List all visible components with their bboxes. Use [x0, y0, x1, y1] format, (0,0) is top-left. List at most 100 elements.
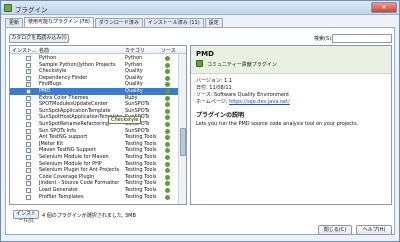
plugin-category: SunSPOTs [125, 101, 150, 108]
plugin-category: Testing Tools [125, 180, 157, 187]
plugin-name: Selenium Plugin for Ant Projects [39, 167, 120, 174]
source-icon [165, 115, 170, 121]
list-item[interactable]: Selenium Plugin for Ant Projects Testing … [10, 167, 178, 174]
scrollbar-thumb[interactable] [180, 128, 186, 156]
plugin-name: JMeter Kit [39, 140, 64, 147]
column-name[interactable]: 名前 [39, 47, 49, 54]
list-item[interactable]: ✓ Dependency Finder Quality [10, 75, 178, 82]
list-item[interactable]: ✓ Checkstyle Quality [10, 68, 178, 75]
source-icon [165, 75, 170, 81]
list-item[interactable]: SunSpotRenameRefactoring SunSPOTs [10, 121, 178, 128]
install-checkbox[interactable] [26, 102, 31, 108]
install-button[interactable]: インストール(I) [13, 210, 39, 224]
tab-updates[interactable]: 更新 [5, 18, 24, 27]
plugin-detail-pane: PMD コミュニティー貢献プラグイン バージョン: 1.1 日付: 11/08/… [190, 45, 392, 205]
plugin-category: Quality [125, 74, 143, 81]
source-icon [165, 95, 170, 101]
column-category[interactable]: カテゴリ [125, 47, 145, 54]
detail-header: PMD コミュニティー貢献プラグイン [191, 46, 391, 74]
install-checkbox[interactable] [26, 135, 31, 141]
list-item[interactable]: Code Coverage Plugin Testing Tools [10, 174, 178, 181]
community-plugin-icon [196, 60, 203, 67]
install-checkbox[interactable]: ✓ [26, 89, 31, 94]
plugins-dialog: プラグイン ✕ 更新 使用可能なプラグイン (78) ダウンロード済み インスト… [0, 0, 400, 242]
list-scrollbar[interactable] [178, 54, 186, 204]
install-checkbox[interactable] [26, 161, 31, 167]
plugin-name: Selenium Module for PHP [39, 160, 102, 167]
install-checkbox[interactable]: ✓ [26, 75, 31, 81]
plugin-category: Python [125, 61, 143, 68]
list-item[interactable]: JMeter Kit Testing Tools [10, 141, 178, 148]
community-badge: コミュニティー貢献プラグイン [207, 62, 277, 68]
list-item[interactable]: Selenium Module for Maven Testing Tools [10, 154, 178, 161]
list-item[interactable]: Selenium Module for PHP Testing Tools [10, 161, 178, 168]
detail-date: 日付: 11/08/11 [196, 85, 232, 91]
plugin-name: PMD [39, 88, 51, 94]
tab-downloaded[interactable]: ダウンロード済み [94, 18, 143, 27]
help-button[interactable]: ヘルプ(H) [356, 225, 392, 235]
install-checkbox[interactable] [26, 148, 31, 154]
list-item[interactable]: Ant TestNG support Testing Tools [10, 134, 178, 141]
homepage-link[interactable]: https://sqe.dev.java.net/ [229, 99, 290, 105]
window-close-button[interactable]: ✕ [371, 2, 397, 13]
list-item[interactable]: Maven TestNG Support Testing Tools [10, 147, 178, 154]
list-item[interactable]: ✓ PMD Quality [10, 88, 178, 95]
install-checkbox[interactable] [26, 194, 31, 200]
plugin-category: Testing Tools [125, 173, 157, 180]
install-checkbox[interactable]: ✓ [26, 82, 31, 88]
install-checkbox[interactable] [26, 188, 31, 193]
install-checkbox[interactable] [26, 128, 31, 134]
list-item[interactable]: Sun SPOTs Info SunSPOTs [10, 128, 178, 135]
install-checkbox[interactable] [26, 181, 31, 187]
plugin-category: Testing Tools [125, 140, 157, 147]
plugin-description: Lets you run the PMD source code analysi… [196, 121, 359, 127]
list-item[interactable]: SunSpotApplicationTemplate SunSPOTs [10, 108, 178, 115]
close-button[interactable]: 閉じる(C) [318, 225, 352, 235]
list-item[interactable]: Extra Color Themes Ruby [10, 95, 178, 102]
plugin-category: Testing Tools [125, 154, 157, 160]
detail-title: PMD [196, 50, 214, 58]
reload-catalog-button[interactable]: カタログを再読み込み(I) [9, 34, 69, 43]
search-input[interactable] [332, 34, 392, 43]
source-icon [165, 174, 170, 180]
source-icon [165, 82, 170, 88]
column-source[interactable]: ソース [161, 47, 176, 54]
install-checkbox[interactable] [26, 108, 31, 114]
list-header: インスト... 名前 カテゴリ ソース [10, 46, 186, 54]
source-icon [165, 108, 170, 114]
tab-installed[interactable]: インストール済み (11) [143, 18, 204, 27]
list-item[interactable]: SPOTModulesUpdateCenter SunSPOTs [10, 101, 178, 108]
detail-source: ソース: Software Quality Environment [196, 92, 290, 98]
list-item[interactable]: ✓ FindBugs Quality [10, 81, 178, 88]
list-item[interactable]: SunSpotHostApplicationTemplateSunSPOTs [10, 114, 178, 121]
install-checkbox[interactable] [26, 174, 31, 180]
column-install[interactable]: インスト... [12, 47, 37, 54]
list-item[interactable]: Jindent - Source Code Formatter Testing T… [10, 180, 178, 187]
plugin-name: Extra Color Themes [39, 94, 89, 101]
plugin-category: Quality [125, 81, 143, 88]
install-checkbox[interactable] [26, 62, 31, 68]
install-checkbox[interactable] [26, 155, 31, 160]
source-icon [165, 102, 170, 108]
plugin-category: Python [125, 55, 143, 61]
list-item[interactable]: Python Python [10, 55, 178, 62]
tab-settings[interactable]: 設定 [204, 18, 223, 27]
install-checkbox[interactable] [26, 115, 31, 121]
plugin-list[interactable]: インスト... 名前 カテゴリ ソース Python Python Sample P… [9, 45, 187, 205]
list-item[interactable]: Profiler Templates Testing Tools [10, 194, 178, 201]
window-title: プラグイン [15, 6, 48, 14]
plugin-name: Dependency Finder [39, 74, 88, 81]
list-item[interactable]: Load Generator Testing Tools [10, 187, 178, 194]
install-checkbox[interactable] [26, 56, 31, 61]
description-heading: プラグインの説明 [196, 112, 245, 119]
homepage-label: ホームページ: [196, 99, 230, 105]
plugin-name: Selenium Module for Maven [39, 154, 109, 160]
list-item[interactable]: Sample Python/Jython Projects Python [10, 62, 178, 69]
install-checkbox[interactable] [26, 168, 31, 174]
plugin-name: Python [39, 55, 57, 61]
tab-available-plugins[interactable]: 使用可能なプラグイン (78) [24, 17, 94, 27]
install-checkbox[interactable] [26, 122, 31, 127]
install-checkbox[interactable]: ✓ [26, 69, 31, 75]
install-checkbox[interactable] [26, 141, 31, 147]
install-checkbox[interactable] [26, 95, 31, 101]
